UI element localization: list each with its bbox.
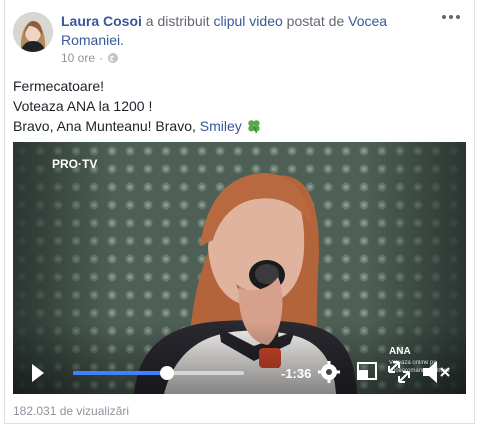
avatar[interactable] <box>13 12 53 52</box>
post-meta: 10 ore · <box>61 51 119 65</box>
more-options-icon[interactable] <box>442 12 460 22</box>
video-frame: PRO·TV ANA Votează online pe vocearomani… <box>13 142 466 394</box>
video-player[interactable]: PRO·TV ANA Votează online pe vocearomani… <box>13 142 466 394</box>
post-card: Laura Cosoi a distribuit clipul video po… <box>4 0 475 424</box>
avatar-image <box>13 12 53 52</box>
post-text-line-1: Fermecatoare! <box>13 78 105 94</box>
share-action-text: a distribuit <box>145 13 210 29</box>
globe-icon <box>108 53 119 63</box>
contestant-caption: ANA <box>389 346 411 357</box>
four-leaf-clover-icon <box>247 120 260 134</box>
post-text-line-3-text: Bravo, Ana Munteanu! Bravo, <box>13 118 200 134</box>
progress-fill <box>73 371 168 375</box>
channel-logo: PRO·TV <box>52 157 97 171</box>
post-time[interactable]: 10 ore <box>61 51 95 65</box>
post-text: Fermecatoare! Voteaza ANA la 1200 ! Brav… <box>13 76 463 136</box>
mention-link[interactable]: Smiley <box>200 118 242 134</box>
video-link[interactable]: clipul video <box>214 13 283 29</box>
time-remaining: -1:36 <box>281 366 311 381</box>
post-text-line-2: Voteaza ANA la 1200 ! <box>13 98 153 114</box>
progress-handle[interactable] <box>160 366 175 380</box>
post-text-line-3: Bravo, Ana Munteanu! Bravo, Smiley <box>13 116 463 136</box>
meta-separator: · <box>99 51 104 65</box>
view-count: 182.031 de vizualizări <box>13 404 130 418</box>
posted-by-text: postat de <box>286 13 345 29</box>
author-name[interactable]: Laura Cosoi <box>61 13 142 29</box>
post-header: Laura Cosoi a distribuit clipul video po… <box>61 12 431 50</box>
